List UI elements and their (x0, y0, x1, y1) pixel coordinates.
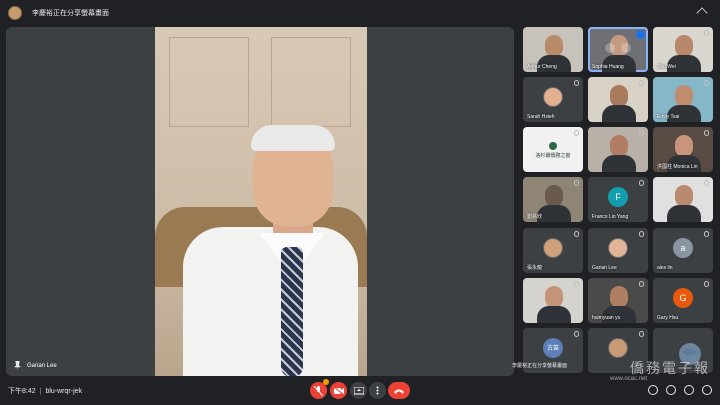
bottom-bar: 下午8:42 | blu-wrqr-jek (0, 378, 720, 405)
participant-name: 洪國柱 Monica Lin (657, 164, 698, 170)
participant-tile[interactable] (588, 77, 648, 122)
participant-name: 張永龍 (527, 265, 543, 271)
participant-name: Arthur Cheng (527, 64, 557, 70)
participant-tile[interactable]: Garian Lee (588, 228, 648, 273)
mic-muted-icon (574, 80, 579, 86)
participant-name: 劉易欣 (527, 214, 543, 220)
participant-tile[interactable]: Arthur Cheng (523, 27, 583, 72)
pin-icon[interactable] (14, 361, 21, 370)
mic-warning-badge (323, 379, 329, 385)
participant-name: huimyuan yu (592, 315, 621, 321)
participant-tile[interactable] (653, 177, 713, 222)
mic-muted-icon (704, 80, 709, 86)
participant-avatar: F (608, 186, 628, 207)
mic-muted-icon (574, 331, 579, 337)
participant-name: Sophia Huang (592, 64, 624, 70)
pin-icon[interactable] (605, 42, 615, 53)
mic-off-icon (314, 385, 323, 396)
participant-tile[interactable] (523, 278, 583, 323)
participant-avatar (543, 237, 563, 258)
participant-tile[interactable]: F Franco Lin Yang (588, 177, 648, 222)
participant-tile[interactable]: Sarah Hsieh (523, 77, 583, 122)
camera-toggle-button[interactable] (330, 382, 347, 399)
participant-name: Emily Tsai (657, 114, 680, 120)
info-icon[interactable] (648, 385, 658, 395)
logo-text: 洛杉磯僑務之窗 (535, 152, 571, 159)
speaker-video (155, 27, 367, 376)
mic-muted-icon (639, 231, 644, 237)
mic-toggle-button[interactable] (310, 379, 329, 399)
present-screen-button[interactable] (350, 382, 367, 399)
collapse-chevron-icon[interactable] (696, 7, 708, 19)
participant-avatar: 古笛 (543, 337, 563, 358)
main-stage[interactable]: Garian Lee (6, 27, 514, 376)
mic-muted-icon (704, 130, 709, 136)
mic-muted-icon (704, 281, 709, 287)
participant-tile[interactable] (588, 127, 648, 172)
participant-name: Gary Hsu (657, 315, 679, 321)
top-bar: 李慶裕正在分享螢幕畫面 (0, 0, 720, 26)
participant-tile[interactable]: a alex lin (653, 228, 713, 273)
mic-muted-icon (639, 180, 644, 186)
participant-tile[interactable]: 洛杉磯僑務之窗 (523, 127, 583, 172)
people-icon[interactable] (666, 385, 676, 395)
participant-name: Shu Wei (657, 64, 676, 70)
participant-name: Franco Lin Yang (592, 214, 629, 220)
organization-logo: 洛杉磯僑務之窗 (527, 137, 579, 163)
participant-tile[interactable]: Sophia Huang (588, 27, 648, 72)
clock-time: 下午8:42 (8, 388, 36, 395)
watermark-text: 僑務電子報 (630, 361, 710, 377)
participant-avatar: G (673, 287, 693, 308)
participant-tile[interactable]: 洪國柱 Monica Lin (653, 127, 713, 172)
participant-tile[interactable]: 張永龍 (523, 228, 583, 273)
mic-muted-icon (574, 180, 579, 186)
participant-tile[interactable]: huimyuan yu (588, 278, 648, 323)
more-vert-icon (376, 386, 379, 395)
leave-call-button[interactable] (388, 382, 410, 399)
speaking-indicator-icon (636, 30, 645, 39)
chat-icon[interactable] (684, 385, 694, 395)
more-options-button[interactable] (369, 382, 386, 399)
mic-muted-icon (639, 80, 644, 86)
meeting-info: 下午8:42 | blu-wrqr-jek (8, 386, 82, 396)
hang-up-icon (394, 389, 404, 394)
participant-avatar: a (673, 237, 693, 258)
participant-avatar (608, 237, 628, 258)
speaker-name-tag: Garian Lee (14, 361, 57, 370)
participant-tile[interactable]: Emily Tsai (653, 77, 713, 122)
presenting-toast: 李慶裕正在分享螢幕畫面 (512, 363, 568, 369)
participant-avatar (543, 86, 563, 107)
participant-tile[interactable]: G Gary Hsu (653, 278, 713, 323)
participant-tile[interactable]: Shu Wei (653, 27, 713, 72)
mic-muted-icon (704, 180, 709, 186)
mic-muted-icon (574, 281, 579, 287)
participant-tile[interactable]: 劉易欣 (523, 177, 583, 222)
presenter-avatar (8, 6, 22, 20)
present-screen-icon (353, 386, 364, 394)
mic-muted-icon (574, 231, 579, 237)
mic-muted-icon (574, 30, 579, 36)
mic-muted-icon (574, 130, 579, 136)
presenting-banner: 李慶裕正在分享螢幕畫面 (32, 10, 109, 17)
speaker-name: Garian Lee (27, 362, 57, 369)
meeting-code: blu-wrqr-jek (45, 388, 83, 395)
side-panel-icons (648, 385, 712, 395)
participant-name: alex lin (657, 265, 673, 271)
camera-off-icon (333, 386, 344, 395)
mic-muted-icon (704, 30, 709, 36)
mute-icon[interactable] (621, 42, 631, 53)
mic-muted-icon (639, 130, 644, 136)
mic-muted-icon (639, 331, 644, 337)
participant-name: Garian Lee (592, 265, 617, 271)
participant-name: Sarah Hsieh (527, 114, 555, 120)
activities-icon[interactable] (702, 385, 712, 395)
tile-hover-controls[interactable] (605, 42, 631, 53)
mic-muted-icon (704, 231, 709, 237)
mic-muted-icon (639, 281, 644, 287)
separator: | (39, 388, 42, 395)
